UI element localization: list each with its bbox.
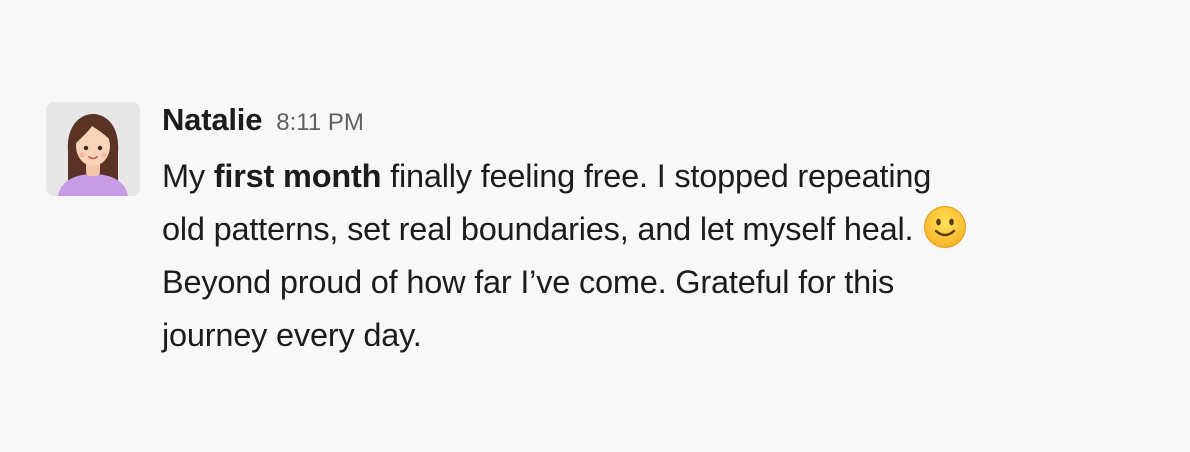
message-content: Natalie 8:11 PM My first month finally f… xyxy=(162,102,1162,362)
message-line: journey every day. xyxy=(162,309,1162,362)
text-segment: Beyond proud of how far I’ve come. Grate… xyxy=(162,264,895,300)
author-name[interactable]: Natalie xyxy=(162,102,262,138)
text-segment: finally feeling free. I stopped repeatin… xyxy=(381,158,932,194)
message-line: old patterns, set real boundaries, and l… xyxy=(162,203,1162,256)
text-segment: old patterns, set real boundaries, and l… xyxy=(162,211,914,247)
text-segment: journey every day. xyxy=(162,317,422,353)
message-text: My first month finally feeling free. I s… xyxy=(162,150,1162,362)
woman-avatar-icon xyxy=(46,102,140,196)
text-segment: My xyxy=(162,158,214,194)
message-line: Beyond proud of how far I’ve come. Grate… xyxy=(162,256,1162,309)
slightly-smiling-face-icon xyxy=(923,205,967,249)
message-line: My first month finally feeling free. I s… xyxy=(162,150,1162,203)
message-header: Natalie 8:11 PM xyxy=(162,102,1162,148)
message-timestamp[interactable]: 8:11 PM xyxy=(276,109,364,137)
bold-text: first month xyxy=(213,158,382,194)
avatar[interactable] xyxy=(46,102,140,196)
